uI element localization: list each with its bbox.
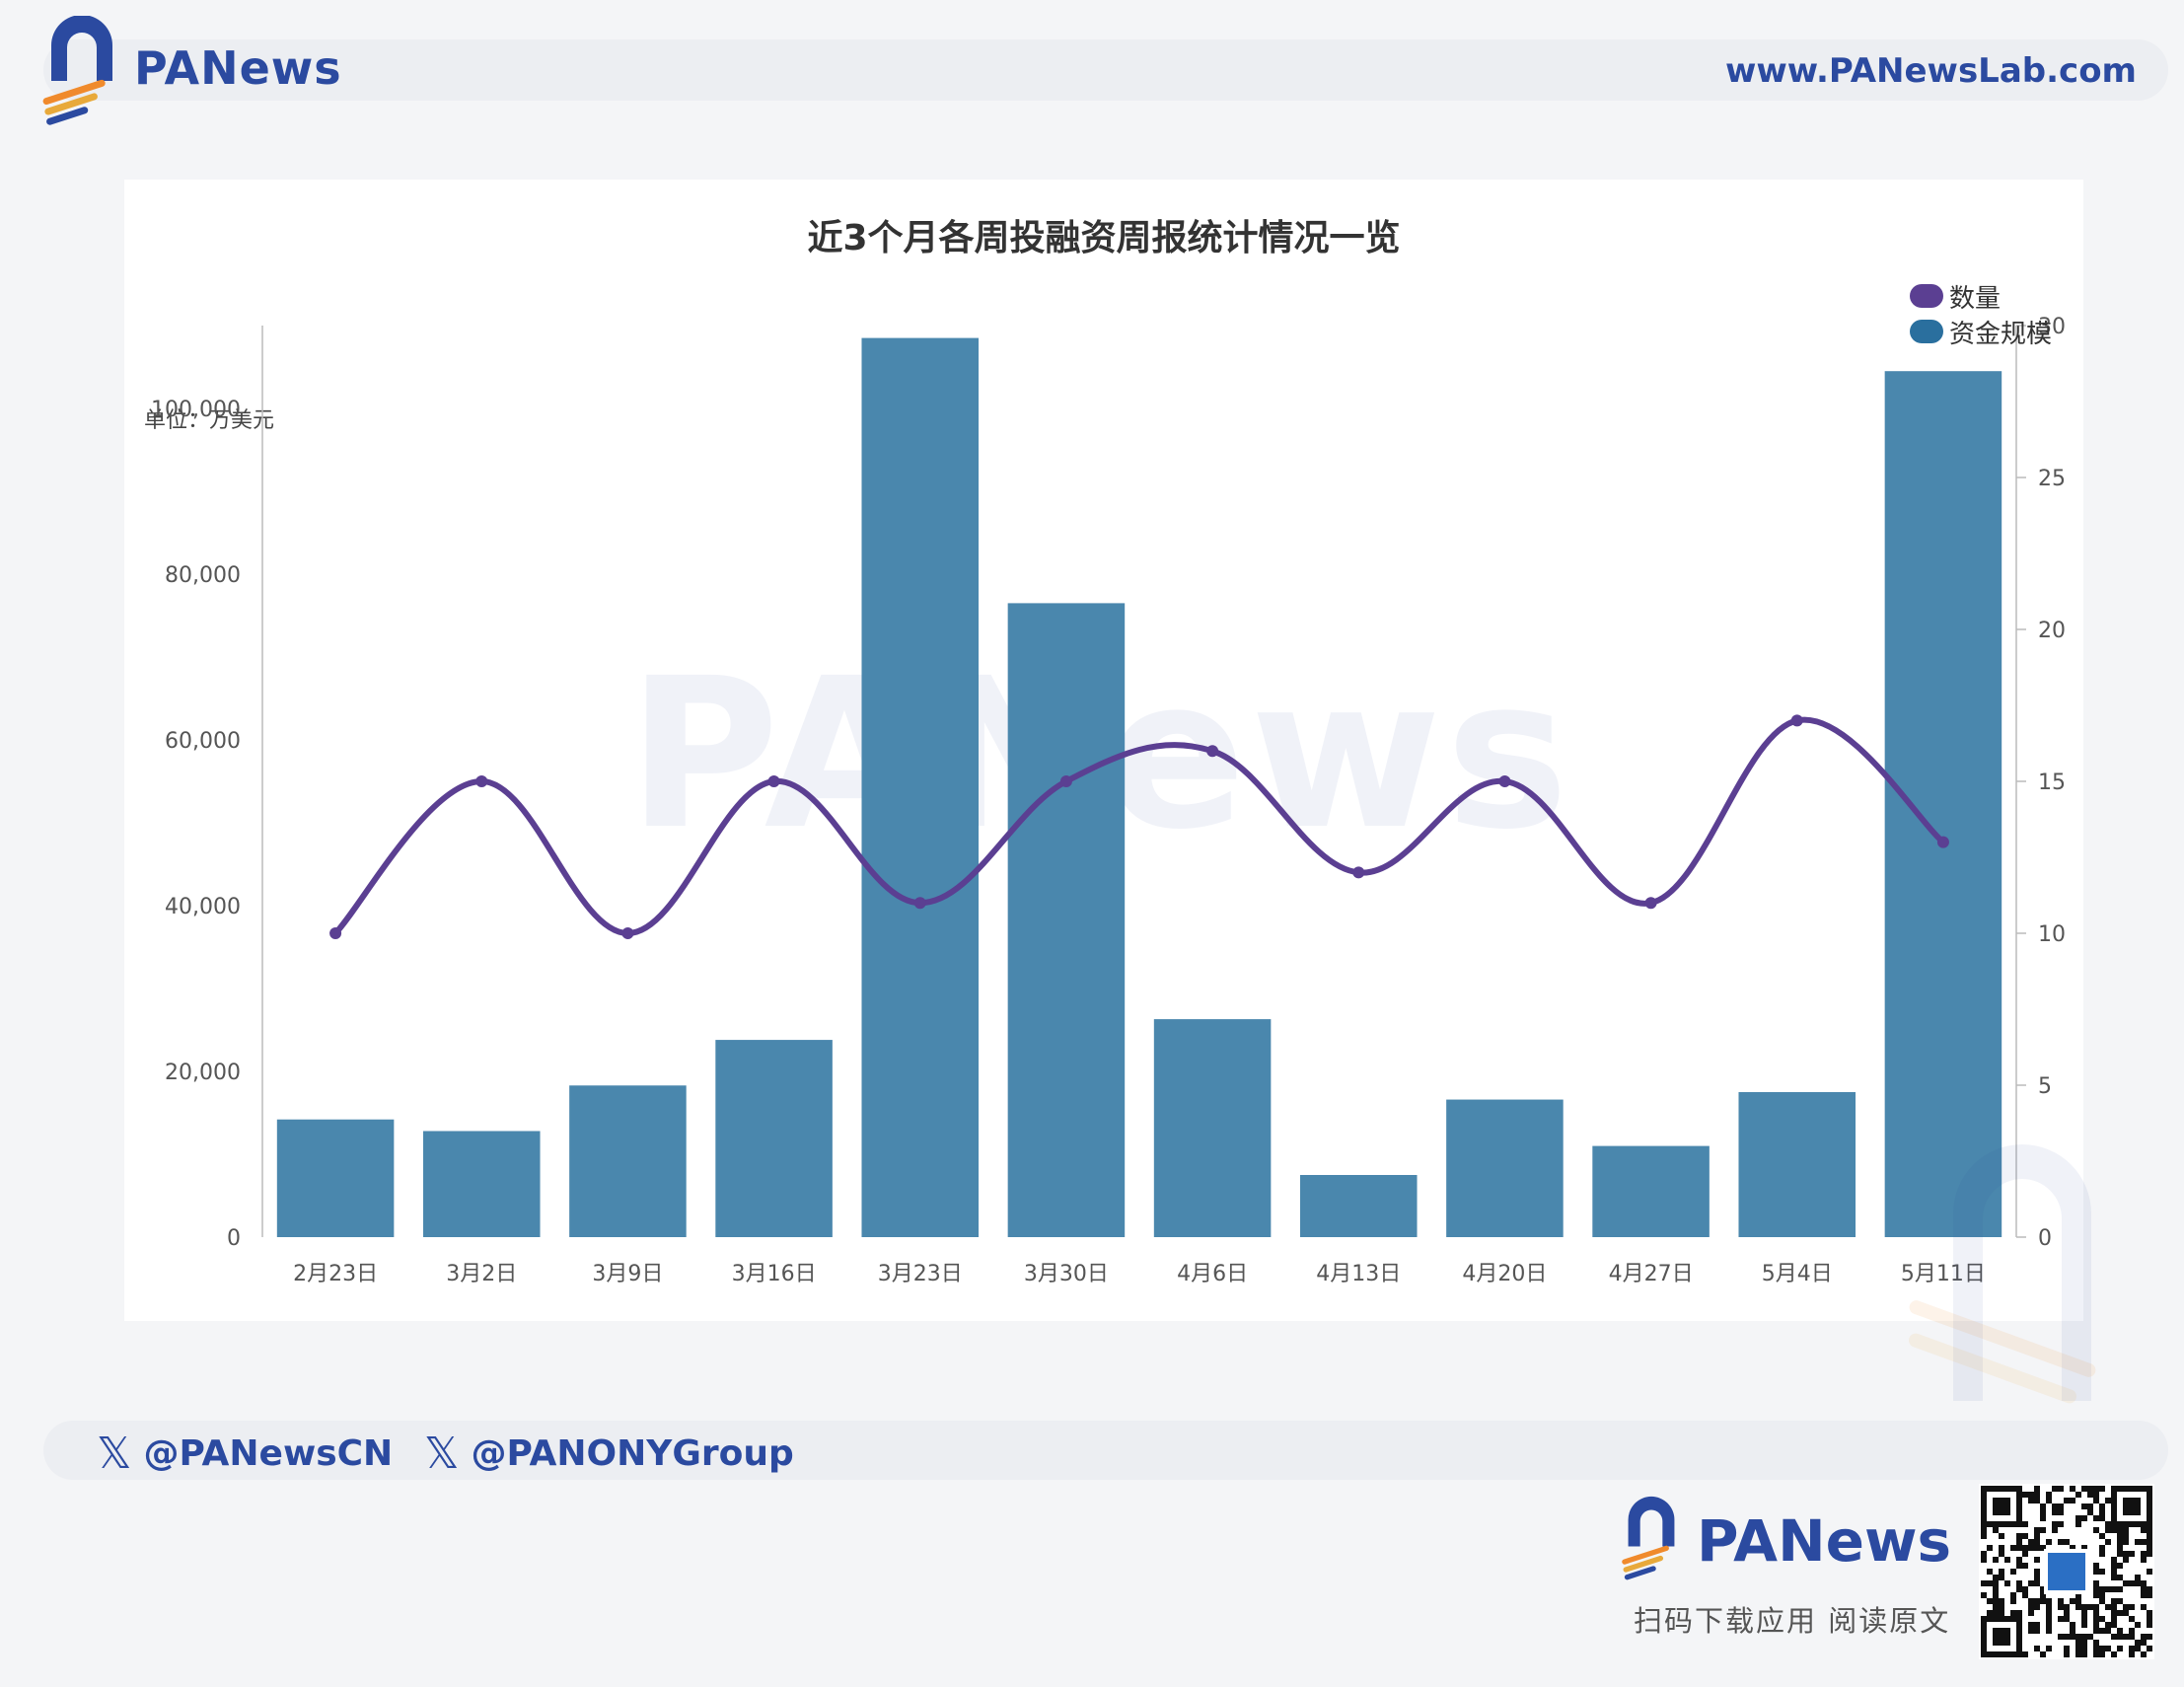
social-handle-2: @PANONYGroup [471, 1433, 794, 1474]
line-count-point [475, 775, 488, 787]
y-left-tick-label: 0 [227, 1226, 241, 1251]
x-tick-label: 3月16日 [732, 1262, 817, 1286]
bar-funding [1592, 1145, 1710, 1237]
legend-label-count: 数量 [1949, 283, 2002, 314]
y-left-tick-label: 20,000 [165, 1061, 241, 1085]
footer-subtitle: 扫码下载应用 阅读原文 [1634, 1604, 1951, 1638]
bar-funding [569, 1085, 687, 1237]
bar-funding [1738, 1092, 1856, 1237]
y-right-tick-label: 25 [2038, 467, 2066, 491]
line-count-series [332, 716, 1946, 937]
y-right-tick-label: 20 [2038, 619, 2066, 643]
chart-card: PANews 近3个月各周投融资周报统计情况一览 单位：万美元 020,0004… [124, 180, 2083, 1321]
qr-code-icon[interactable] [1979, 1484, 2154, 1659]
line-count-point [767, 775, 780, 787]
bar-funding [715, 1040, 833, 1237]
legend-swatch-count [1910, 284, 1943, 308]
bar-funding [1153, 1019, 1272, 1237]
chart-legend: 数量 资金规模 [1910, 278, 2052, 349]
bar-funding [1007, 603, 1126, 1237]
bar-funding [422, 1131, 541, 1237]
line-count-point [913, 897, 926, 910]
line-count-point [1206, 745, 1219, 758]
x-tick-label: 3月9日 [592, 1262, 663, 1286]
line-count-point [1059, 775, 1072, 787]
social-link-panonygroup[interactable]: 𝕏 @PANONYGroup [424, 1429, 794, 1479]
footer-brand-name: PANews [1697, 1507, 1952, 1575]
legend-item-funding[interactable]: 资金规模 [1910, 314, 2052, 349]
bar-funding [1299, 1175, 1418, 1237]
legend-swatch-funding [1910, 320, 1943, 343]
y-left-tick-label: 100,000 [151, 398, 241, 422]
footer-logo-icon [1622, 1496, 1675, 1580]
line-count-point [329, 927, 342, 939]
line-count-point [1644, 897, 1657, 910]
chart-plot: 020,00040,00060,00080,000100,00005101520… [151, 315, 2066, 1286]
y-left-tick-label: 80,000 [165, 563, 241, 588]
social-handle-1: @PANewsCN [143, 1433, 394, 1474]
line-count-point [1790, 714, 1803, 727]
x-tick-label: 3月30日 [1024, 1262, 1109, 1286]
y-left-tick-label: 40,000 [165, 895, 241, 919]
x-tick-label: 2月23日 [293, 1262, 378, 1286]
decorative-arch-icon [1909, 1144, 2096, 1404]
y-right-tick-label: 10 [2038, 922, 2066, 947]
panews-logo-icon [42, 16, 112, 125]
y-right-tick-label: 5 [2038, 1074, 2052, 1099]
y-right-tick-label: 15 [2038, 770, 2066, 795]
site-url-link[interactable]: www.PANewsLab.com [1725, 51, 2137, 91]
line-count-point [1352, 866, 1365, 879]
brand-name: PANews [134, 41, 342, 95]
legend-item-count[interactable]: 数量 [1910, 278, 2052, 314]
line-count-point [1498, 775, 1511, 787]
x-twitter-icon: 𝕏 [97, 1429, 132, 1479]
y-left-tick-label: 60,000 [165, 729, 241, 754]
x-tick-label: 4月6日 [1177, 1262, 1248, 1286]
x-tick-label: 3月23日 [878, 1262, 963, 1286]
legend-label-funding: 资金规模 [1949, 319, 2053, 349]
x-tick-label: 4月13日 [1316, 1262, 1401, 1286]
x-tick-label: 3月2日 [446, 1262, 517, 1286]
bar-funding [276, 1119, 395, 1237]
line-count-point [621, 927, 634, 939]
x-twitter-icon: 𝕏 [424, 1429, 460, 1479]
bar-funding [861, 337, 980, 1238]
bar-funding [1446, 1099, 1564, 1237]
x-tick-label: 4月20日 [1462, 1262, 1547, 1286]
x-tick-label: 5月4日 [1762, 1262, 1833, 1286]
line-count-point [1936, 836, 1949, 848]
social-link-panewscn[interactable]: 𝕏 @PANewsCN [97, 1429, 393, 1479]
x-tick-label: 4月27日 [1609, 1262, 1694, 1286]
